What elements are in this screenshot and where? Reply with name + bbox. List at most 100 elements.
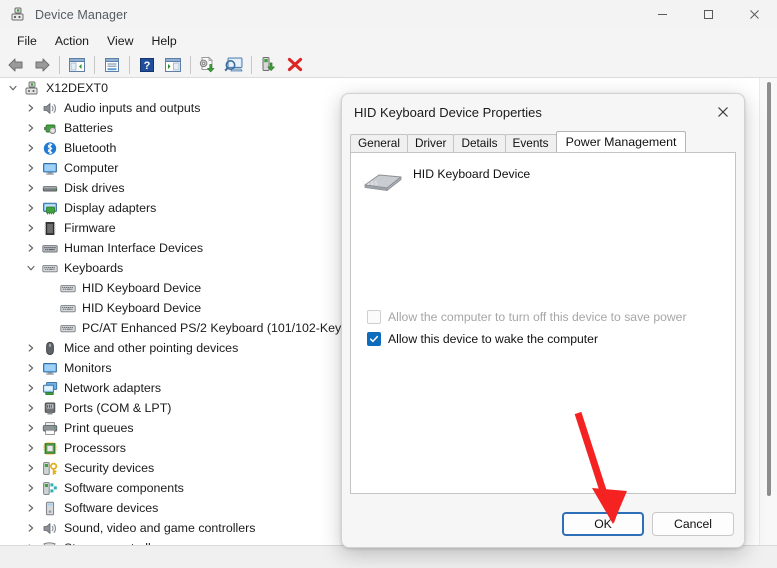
monitor-icon	[40, 359, 60, 377]
maximize-button[interactable]	[685, 0, 731, 29]
tree-item-label: HID Keyboard Device	[82, 281, 202, 295]
tree-item-label: Firmware	[64, 221, 116, 235]
dialog-tabs: General Driver Details Events Power Mana…	[350, 131, 687, 152]
tab-power-management[interactable]: Power Management	[555, 131, 687, 152]
menu-item-view[interactable]: View	[98, 32, 142, 50]
allow-turn-off-checkbox[interactable]	[367, 310, 381, 324]
chevron-right-icon[interactable]	[22, 98, 40, 118]
chevron-right-icon[interactable]	[22, 198, 40, 218]
toolbar-separator	[190, 55, 191, 74]
chevron-right-icon[interactable]	[22, 498, 40, 518]
properties-icon[interactable]	[99, 53, 125, 77]
processor-icon	[40, 439, 60, 457]
uninstall-device-icon[interactable]	[282, 53, 308, 77]
show-hide-action-pane-icon[interactable]	[160, 53, 186, 77]
display-adapter-icon	[40, 199, 60, 217]
chevron-right-icon[interactable]	[22, 418, 40, 438]
software-component-icon	[40, 479, 60, 497]
tree-item-label: Monitors	[64, 361, 112, 375]
dialog-title-bar: HID Keyboard Device Properties	[342, 94, 744, 130]
speaker-icon	[40, 99, 60, 117]
tree-item-label: HID Keyboard Device	[82, 301, 202, 315]
toolbar-separator	[94, 55, 95, 74]
tree-item-label: Print queues	[64, 421, 134, 435]
chevron-right-icon[interactable]	[22, 478, 40, 498]
chevron-down-icon[interactable]	[4, 78, 22, 98]
monitor-icon	[40, 159, 60, 177]
show-hide-console-tree-icon[interactable]	[64, 53, 90, 77]
allow-wake-label: Allow this device to wake the computer	[388, 332, 598, 346]
tree-item-label: Software components	[64, 481, 184, 495]
tree-item-label: X12DEXT0	[46, 81, 108, 95]
tree-vertical-scrollbar[interactable]	[759, 78, 777, 545]
tree-item-label: Display adapters	[64, 201, 157, 215]
tree-item-label: Processors	[64, 441, 126, 455]
chevron-right-icon[interactable]	[22, 378, 40, 398]
dialog-close-button[interactable]	[702, 94, 744, 129]
back-icon[interactable]	[3, 53, 29, 77]
keyboard-icon	[58, 299, 78, 317]
allow-wake-checkbox[interactable]	[367, 332, 381, 346]
chevron-right-icon[interactable]	[22, 518, 40, 538]
menu-item-help[interactable]: Help	[142, 32, 185, 50]
menu-item-action[interactable]: Action	[46, 32, 98, 50]
battery-icon	[40, 119, 60, 137]
chevron-right-icon[interactable]	[22, 238, 40, 258]
tree-item-label: Software devices	[64, 501, 159, 515]
chevron-right-icon[interactable]	[22, 158, 40, 178]
keyboard-icon	[40, 259, 60, 277]
tree-item-label: Disk drives	[64, 181, 125, 195]
device-manager-icon	[9, 6, 26, 23]
chevron-right-icon[interactable]	[22, 338, 40, 358]
device-name: HID Keyboard Device	[413, 167, 531, 181]
scrollbar-thumb[interactable]	[767, 82, 771, 496]
network-adapter-icon	[40, 379, 60, 397]
cancel-button[interactable]: Cancel	[652, 512, 734, 536]
tree-item-label: Security devices	[64, 461, 155, 475]
tab-events[interactable]: Events	[504, 134, 557, 152]
allow-wake-checkbox-row[interactable]: Allow this device to wake the computer	[367, 332, 598, 346]
power-management-panel: HID Keyboard Device Allow the computer t…	[350, 152, 736, 494]
chevron-right-icon[interactable]	[22, 218, 40, 238]
chevron-right-icon[interactable]	[22, 358, 40, 378]
tree-item-label: Bluetooth	[64, 141, 117, 155]
tree-item-label: Storage controllers	[64, 538, 168, 545]
tab-general[interactable]: General	[350, 134, 408, 152]
allow-turn-off-label: Allow the computer to turn off this devi…	[388, 310, 687, 324]
chevron-right-icon[interactable]	[22, 118, 40, 138]
tree-item-label: Audio inputs and outputs	[64, 101, 201, 115]
chevron-down-icon[interactable]	[22, 258, 40, 278]
menu-item-file[interactable]: File	[8, 32, 46, 50]
firmware-chip-icon	[40, 219, 60, 237]
close-button[interactable]	[731, 0, 777, 29]
tree-item-label: Network adapters	[64, 381, 162, 395]
update-driver-icon[interactable]	[195, 53, 221, 77]
port-icon	[40, 399, 60, 417]
allow-turn-off-checkbox-row[interactable]: Allow the computer to turn off this devi…	[367, 310, 687, 324]
ok-button[interactable]: OK	[562, 512, 644, 536]
tab-driver[interactable]: Driver	[406, 134, 455, 152]
help-icon[interactable]: ?	[134, 53, 160, 77]
enable-device-icon[interactable]	[256, 53, 282, 77]
scan-for-hardware-changes-icon[interactable]	[221, 53, 247, 77]
tab-details[interactable]: Details	[453, 134, 506, 152]
chevron-right-icon[interactable]	[22, 438, 40, 458]
tree-item-label: Sound, video and game controllers	[64, 521, 256, 535]
forward-icon[interactable]	[29, 53, 55, 77]
chevron-right-icon[interactable]	[22, 178, 40, 198]
toolbar-separator	[129, 55, 130, 74]
dialog-buttons: OK Cancel	[562, 512, 734, 536]
chevron-right-icon[interactable]	[22, 398, 40, 418]
keyboard-icon	[58, 319, 78, 337]
disk-drive-icon	[40, 179, 60, 197]
printer-icon	[40, 419, 60, 437]
window-title: Device Manager	[35, 7, 128, 22]
minimize-button[interactable]	[639, 0, 685, 29]
device-properties-dialog: HID Keyboard Device Properties General D…	[341, 93, 745, 548]
chevron-right-icon[interactable]	[22, 138, 40, 158]
chevron-right-icon[interactable]	[22, 538, 40, 545]
tree-item-label: Mice and other pointing devices	[64, 341, 239, 355]
chevron-right-icon[interactable]	[22, 458, 40, 478]
